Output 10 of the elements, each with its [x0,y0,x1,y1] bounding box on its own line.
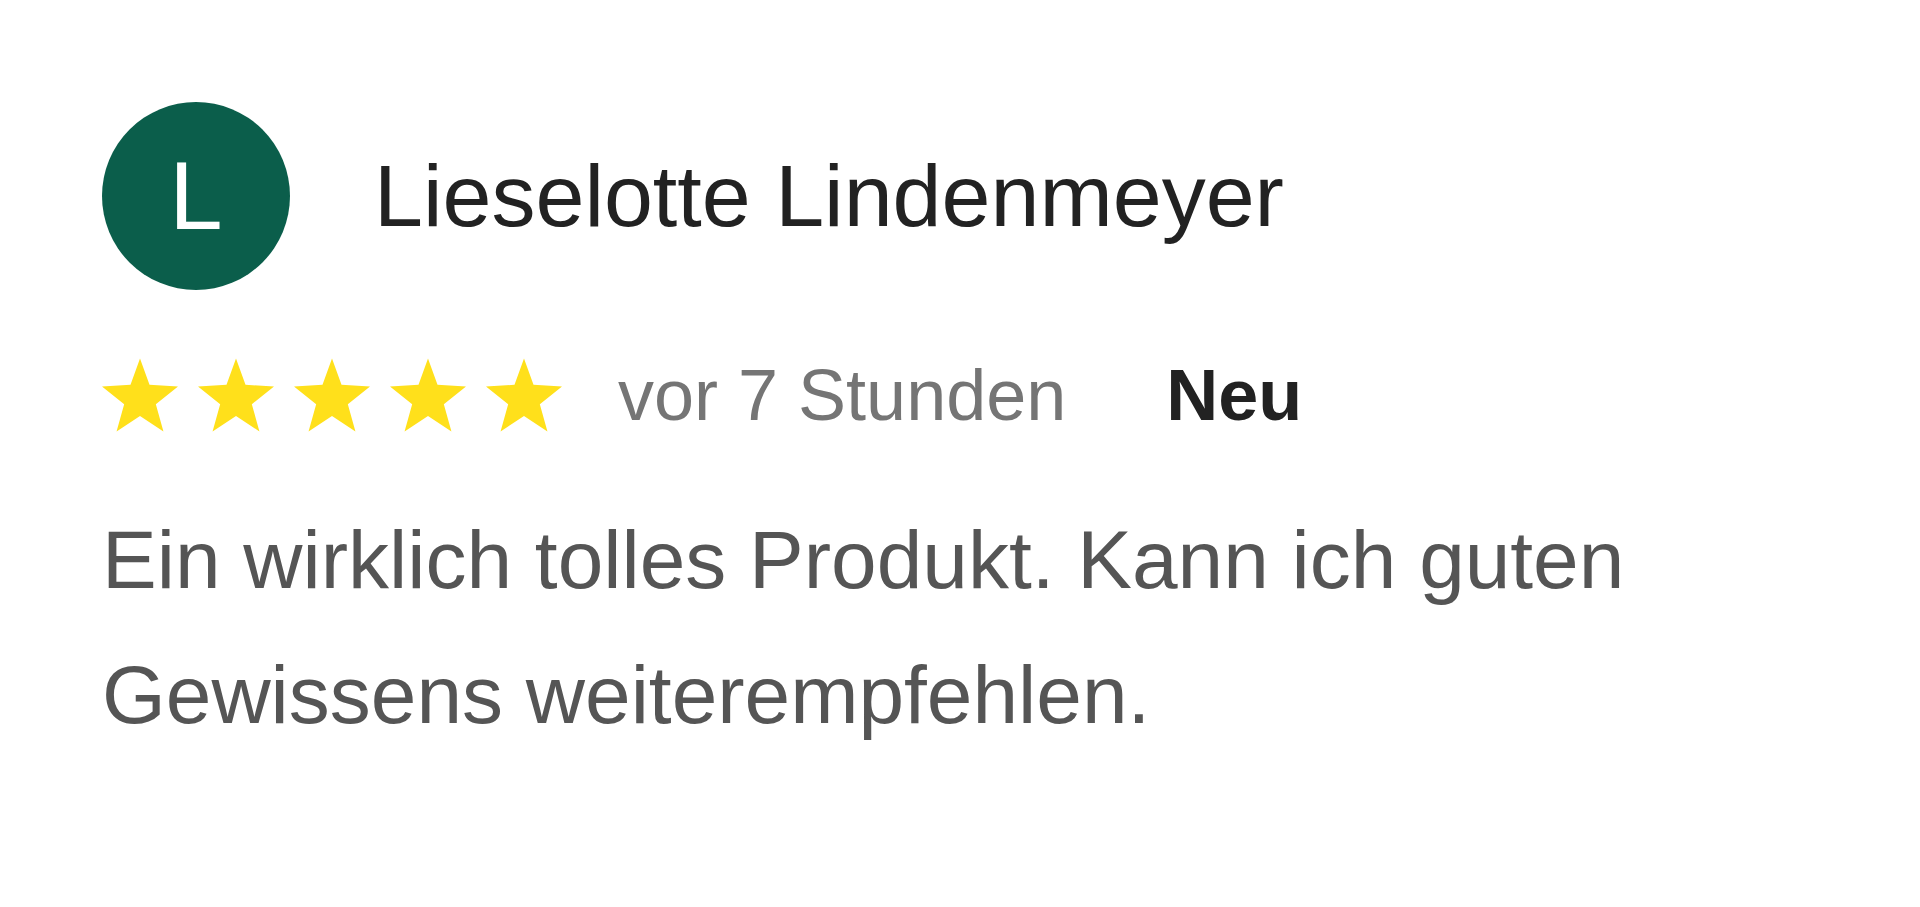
star-icon [390,358,466,432]
star-icon [102,358,178,432]
star-icon [486,358,562,432]
new-label: Neu [1166,354,1303,436]
review-time: vor 7 Stunden [618,354,1067,436]
star-icon [294,358,370,432]
star-icon [198,358,274,432]
avatar: L [102,102,290,290]
review-text: Ein wirklich tolles Produkt. Kann ich guten Gewissens weiterempfehlen. [102,513,1626,742]
author-name: Lieselotte Lindenmeyer [374,145,1284,247]
